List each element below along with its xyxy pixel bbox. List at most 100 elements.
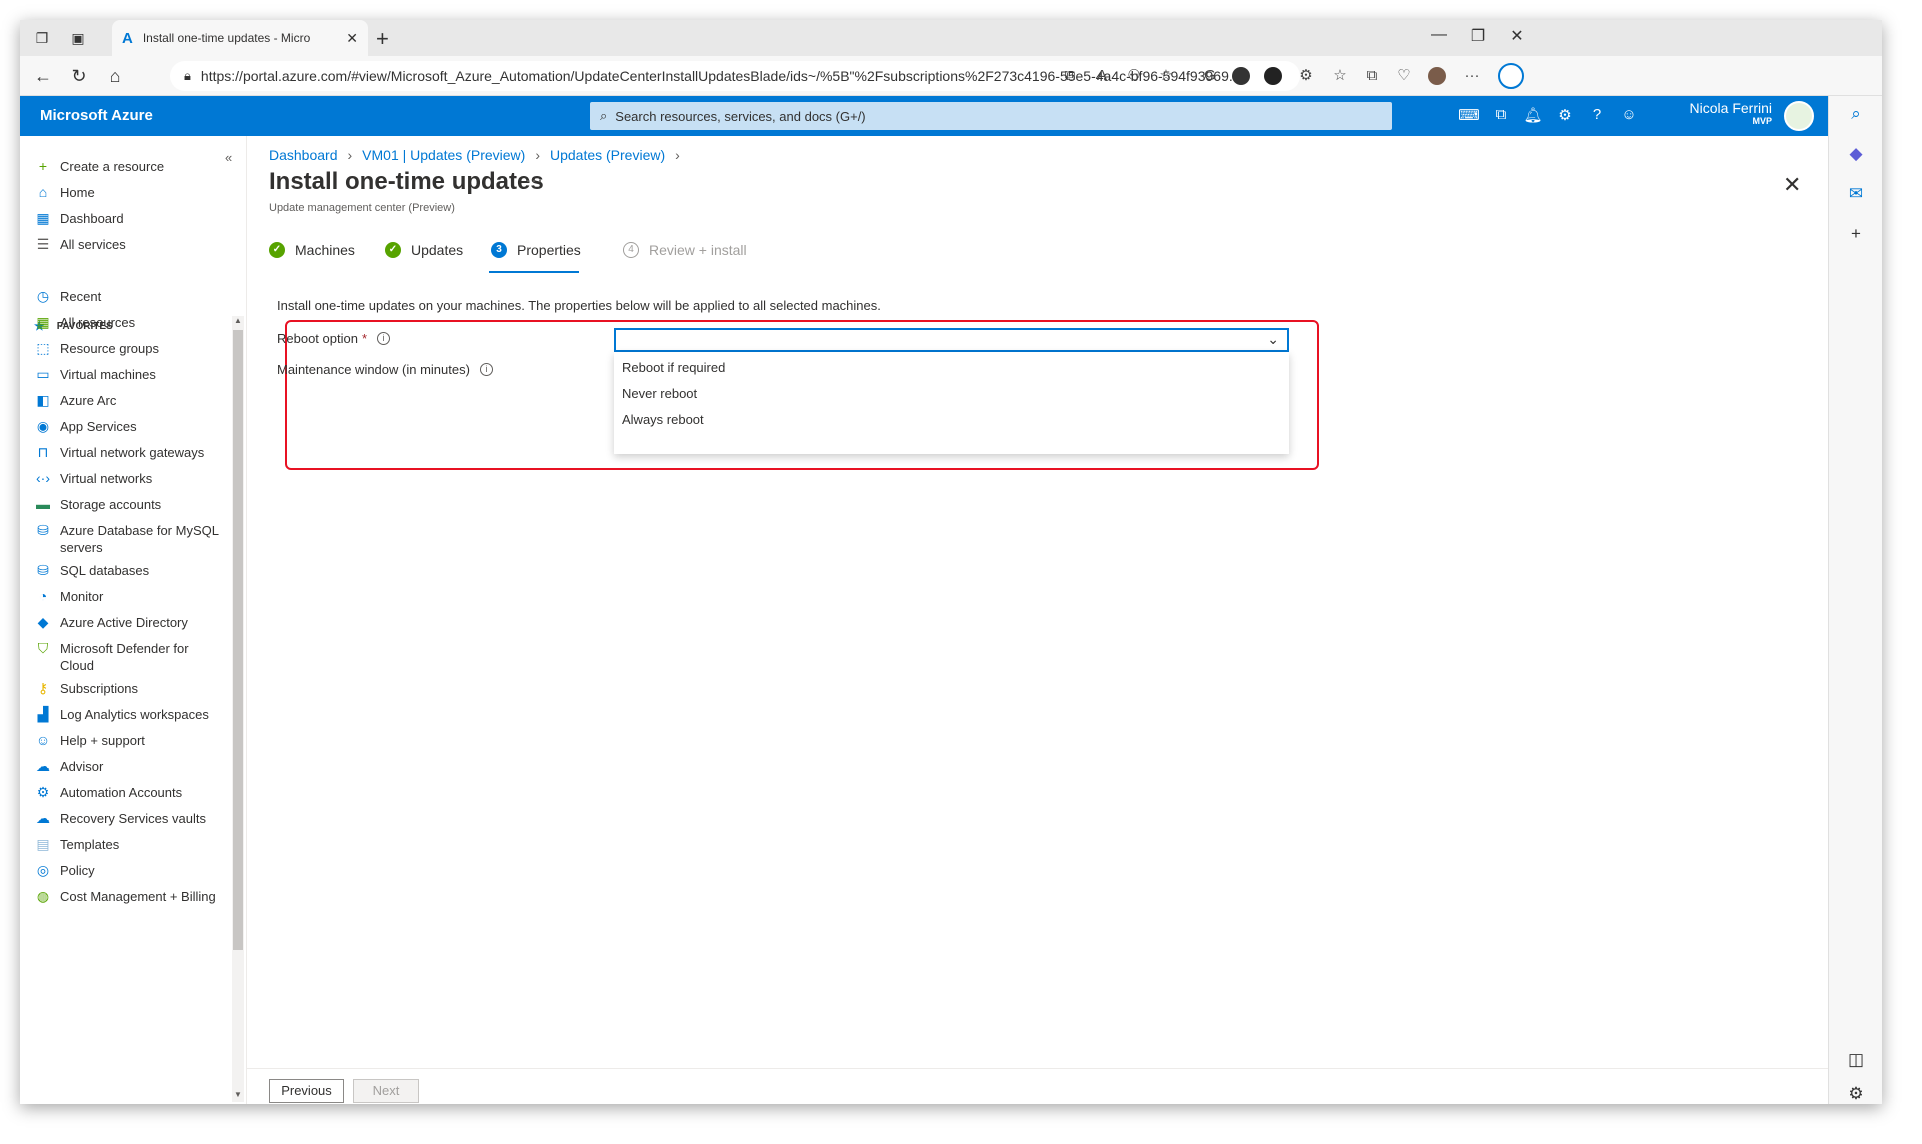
collections-icon[interactable]: ⧉: [1362, 66, 1382, 86]
nav-item-sql-databases[interactable]: ⛁ SQL databases: [34, 562, 224, 579]
more-options-icon[interactable]: ···: [525, 170, 543, 191]
open-external-icon[interactable]: ⧉: [1060, 66, 1080, 86]
directory-filter-icon[interactable]: ⧉: [1490, 106, 1512, 126]
breadcrumb-dashboard[interactable]: Dashboard: [269, 147, 338, 163]
nav-item-app-services[interactable]: ◉ App Services: [34, 418, 224, 435]
tab-review-install[interactable]: 4 Review + install: [623, 242, 747, 258]
browser-profile-icon[interactable]: [1428, 67, 1446, 85]
extensions-icon[interactable]: ⚙: [1296, 66, 1316, 86]
cost-icon: ◍: [36, 888, 50, 904]
shopping-icon[interactable]: ◆: [1844, 142, 1868, 166]
nav-item-monitor[interactable]: ◔ Monitor: [34, 588, 224, 605]
nav-item-templates[interactable]: ▤ Templates: [34, 836, 224, 853]
tab-actions-icon[interactable]: ▣: [68, 28, 88, 48]
lock-icon: 🔒︎: [184, 68, 191, 83]
close-icon[interactable]: ✕: [1783, 172, 1801, 198]
refresh-icon[interactable]: ↻: [66, 64, 92, 88]
new-tab-icon[interactable]: +: [376, 26, 389, 52]
breadcrumb-vm01-updates[interactable]: VM01 | Updates (Preview): [362, 147, 525, 163]
option-reboot-if-required[interactable]: Reboot if required: [622, 360, 725, 375]
scroll-thumb[interactable]: [233, 330, 243, 950]
tab-updates[interactable]: ✓ Updates: [385, 242, 463, 258]
read-aloud-icon[interactable]: A: [1092, 66, 1112, 86]
nav-item-policy[interactable]: ◎ Policy: [34, 862, 224, 879]
nav-item-defender[interactable]: ⛉ Microsoft Defender for Cloud: [34, 640, 224, 674]
restore-icon[interactable]: ❐: [1463, 26, 1493, 46]
close-window-icon[interactable]: ✕: [1502, 26, 1532, 46]
nav-item-storage-accounts[interactable]: ▬ Storage accounts: [34, 496, 224, 513]
cloud-shell-icon[interactable]: ⌨: [1458, 106, 1480, 126]
performance-icon[interactable]: ♡: [1394, 66, 1414, 86]
step-label: Machines: [295, 242, 355, 258]
scroll-up-icon[interactable]: ▲: [234, 316, 242, 325]
avatar[interactable]: [1784, 101, 1814, 131]
home-browser-icon[interactable]: ⌂: [102, 64, 128, 88]
nav-item-help-support[interactable]: ☺ Help + support: [34, 732, 224, 749]
google-extension-icon[interactable]: G: [1200, 66, 1220, 86]
user-account[interactable]: Nicola Ferrini MVP: [1690, 100, 1772, 126]
outlook-icon[interactable]: ✉: [1844, 182, 1868, 206]
help-icon[interactable]: ?: [1586, 106, 1608, 126]
reboot-label-text: Reboot option: [277, 331, 358, 346]
info-icon[interactable]: i: [479, 363, 493, 376]
settings-icon[interactable]: ⚙: [1554, 106, 1576, 126]
notifications-icon[interactable]: 🔔︎: [1522, 106, 1544, 126]
nav-item-vnet-gateways[interactable]: ⊓ Virtual network gateways: [34, 444, 224, 461]
nav-item-all-services[interactable]: ☰ All services: [34, 236, 224, 253]
profile-extension-icon[interactable]: ⚇: [1124, 66, 1144, 86]
step-label: Updates: [411, 242, 464, 258]
nav-item-virtual-machines[interactable]: ▭ Virtual machines: [34, 366, 224, 383]
add-sidebar-icon[interactable]: +: [1844, 222, 1868, 246]
minimize-icon[interactable]: —: [1424, 26, 1454, 44]
feedback-icon[interactable]: ☺: [1618, 106, 1640, 126]
favorites-icon[interactable]: ☆: [1330, 66, 1350, 86]
scroll-down-icon[interactable]: ▼: [234, 1090, 242, 1099]
nav-item-azure-arc[interactable]: ◧ Azure Arc: [34, 392, 224, 409]
search-input[interactable]: ⌕ Search resources, services, and docs (…: [590, 102, 1392, 130]
settings-more-icon[interactable]: ···: [1462, 66, 1482, 86]
sidebar-settings-icon[interactable]: ⚙: [1844, 1082, 1868, 1104]
close-tab-icon[interactable]: ✕: [346, 30, 358, 47]
advisor-icon: ☁: [36, 758, 50, 774]
plus-icon: +: [38, 158, 48, 174]
search-sidebar-icon[interactable]: ⌕: [1844, 102, 1868, 126]
hide-sidebar-icon[interactable]: ◫: [1844, 1048, 1868, 1072]
favorite-star-icon[interactable]: ☆: [1156, 66, 1176, 86]
nav-item-home[interactable]: ⌂ Home: [34, 184, 224, 201]
breadcrumb-updates[interactable]: Updates (Preview): [550, 147, 665, 163]
cloud-icon: ☁: [36, 810, 50, 826]
nav-item-create-resource[interactable]: + Create a resource: [34, 158, 224, 175]
nav-item-all-resources[interactable]: ▦ All resources: [34, 314, 224, 331]
nav-item-resource-groups[interactable]: ⬚ Resource groups: [34, 340, 224, 357]
nav-item-subscriptions[interactable]: ⚷ Subscriptions: [34, 680, 224, 697]
tab-machines[interactable]: ✓ Machines: [269, 242, 355, 258]
tab-properties[interactable]: 3 Properties: [491, 242, 581, 258]
info-icon[interactable]: i: [377, 332, 391, 345]
next-button[interactable]: Next: [353, 1079, 419, 1103]
nav-item-virtual-networks[interactable]: ‹·› Virtual networks: [34, 470, 224, 487]
nav-item-recovery-vaults[interactable]: ☁ Recovery Services vaults: [34, 810, 224, 827]
password-extension-icon[interactable]: [1232, 67, 1250, 85]
nav-item-dashboard[interactable]: ▦ Dashboard: [34, 210, 224, 227]
workspaces-icon[interactable]: ❐: [32, 28, 52, 48]
reboot-option-select[interactable]: ⌄: [614, 328, 1289, 352]
nav-item-aad[interactable]: ◆ Azure Active Directory: [34, 614, 224, 631]
nav-item-automation[interactable]: ⚙ Automation Accounts: [34, 784, 224, 801]
extension-icon[interactable]: [1264, 67, 1282, 85]
collapse-nav-icon[interactable]: «: [225, 150, 232, 165]
option-never-reboot[interactable]: Never reboot: [622, 386, 697, 401]
bing-chat-icon[interactable]: [1498, 63, 1524, 89]
nav-item-label: Log Analytics workspaces: [60, 707, 209, 722]
reboot-option-label: Reboot option * i: [277, 331, 391, 346]
option-always-reboot[interactable]: Always reboot: [622, 412, 704, 427]
nav-item-cost-management[interactable]: ◍ Cost Management + Billing: [34, 888, 224, 905]
azure-brand[interactable]: Microsoft Azure: [40, 107, 153, 124]
previous-button[interactable]: Previous: [269, 1079, 344, 1103]
nav-scrollbar[interactable]: ▲ ▼: [232, 316, 244, 1102]
nav-item-recent[interactable]: ◷ Recent: [34, 288, 224, 305]
nav-item-mysql[interactable]: ⛁ Azure Database for MySQL servers: [34, 522, 224, 556]
nav-item-advisor[interactable]: ☁ Advisor: [34, 758, 224, 775]
nav-item-log-analytics[interactable]: ▟ Log Analytics workspaces: [34, 706, 224, 723]
back-icon[interactable]: ←: [30, 64, 56, 88]
browser-tab[interactable]: A Install one-time updates - Micro ✕: [112, 20, 368, 56]
